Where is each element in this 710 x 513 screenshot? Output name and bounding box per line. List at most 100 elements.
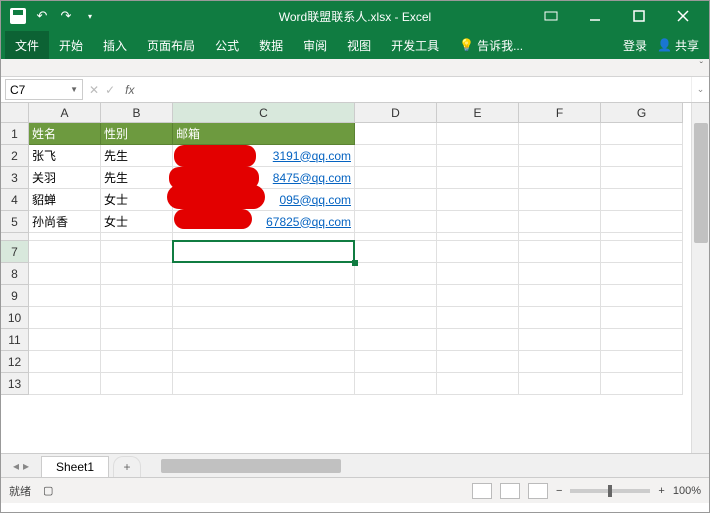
row-header-7[interactable]: 7 bbox=[1, 241, 29, 263]
col-header-A[interactable]: A bbox=[29, 103, 101, 123]
email-link[interactable]: 8475@qq.com bbox=[273, 171, 351, 185]
zoom-level[interactable]: 100% bbox=[673, 485, 701, 497]
ribbon-body: ˇ bbox=[1, 59, 709, 77]
qat-dropdown-icon[interactable]: ▾ bbox=[81, 7, 99, 25]
email-link[interactable]: 095@qq.com bbox=[279, 193, 351, 207]
scroll-thumb[interactable] bbox=[694, 123, 708, 243]
cell-A4[interactable]: 貂蝉 bbox=[29, 189, 101, 211]
tab-file[interactable]: 文件 bbox=[5, 31, 49, 59]
tab-review[interactable]: 审阅 bbox=[293, 31, 337, 59]
ribbon-options-icon[interactable] bbox=[531, 1, 571, 31]
row-header-13[interactable]: 13 bbox=[1, 373, 29, 395]
select-all-corner[interactable] bbox=[1, 103, 29, 123]
col-header-E[interactable]: E bbox=[437, 103, 519, 123]
row-header-2[interactable]: 2 bbox=[1, 145, 29, 167]
chevron-down-icon[interactable]: ▼ bbox=[70, 85, 78, 94]
share-button[interactable]: 👤共享 bbox=[657, 31, 709, 59]
expand-formula-icon[interactable]: ⌄ bbox=[691, 77, 709, 102]
enter-icon: ✓ bbox=[105, 83, 115, 97]
save-icon[interactable] bbox=[9, 7, 27, 25]
col-header-D[interactable]: D bbox=[355, 103, 437, 123]
cell-A5[interactable]: 孙尚香 bbox=[29, 211, 101, 233]
name-box-value: C7 bbox=[10, 83, 25, 97]
login-link[interactable]: 登录 bbox=[613, 31, 657, 59]
cell-B5[interactable]: 女士 bbox=[101, 211, 173, 233]
cancel-icon: ✕ bbox=[89, 83, 99, 97]
row-header-1[interactable]: 1 bbox=[1, 123, 29, 145]
col-header-F[interactable]: F bbox=[519, 103, 601, 123]
collapse-ribbon-icon[interactable]: ˇ bbox=[700, 61, 703, 72]
zoom-out-button[interactable]: − bbox=[556, 485, 562, 497]
cell-B2[interactable]: 先生 bbox=[101, 145, 173, 167]
row-header-12[interactable]: 12 bbox=[1, 351, 29, 373]
column-headers: A B C D E F G bbox=[29, 103, 691, 123]
table-row bbox=[29, 351, 691, 373]
zoom-slider[interactable] bbox=[570, 489, 650, 493]
row-header-10[interactable]: 10 bbox=[1, 307, 29, 329]
cell-A3[interactable]: 关羽 bbox=[29, 167, 101, 189]
maximize-icon[interactable] bbox=[619, 1, 659, 31]
page-break-view-icon[interactable] bbox=[528, 483, 548, 499]
chevron-left-icon[interactable]: ◂ bbox=[13, 459, 19, 473]
fill-handle[interactable] bbox=[352, 260, 358, 266]
tab-home[interactable]: 开始 bbox=[49, 31, 93, 59]
cells-area[interactable]: 姓名 性别 邮箱 张飞 先生 3191@qq.com 关羽 先生 8475@qq… bbox=[29, 123, 691, 453]
cell-B1[interactable]: 性别 bbox=[101, 123, 173, 145]
cell-A2[interactable]: 张飞 bbox=[29, 145, 101, 167]
tab-view[interactable]: 视图 bbox=[337, 31, 381, 59]
formula-buttons: ✕ ✓ bbox=[83, 77, 121, 102]
cell-F1[interactable] bbox=[519, 123, 601, 145]
close-icon[interactable] bbox=[663, 1, 703, 31]
cell-C1[interactable]: 邮箱 bbox=[173, 123, 355, 145]
tab-insert[interactable]: 插入 bbox=[93, 31, 137, 59]
add-sheet-button[interactable]: + bbox=[113, 456, 141, 477]
tab-developer[interactable]: 开发工具 bbox=[381, 31, 449, 59]
col-header-C[interactable]: C bbox=[173, 103, 355, 123]
vertical-scrollbar[interactable] bbox=[691, 103, 709, 453]
row-header-8[interactable]: 8 bbox=[1, 263, 29, 285]
fx-icon[interactable]: fx bbox=[121, 77, 138, 102]
row-header-6[interactable] bbox=[1, 233, 29, 241]
cell-C7[interactable] bbox=[173, 241, 355, 263]
sheet-tab[interactable]: Sheet1 bbox=[41, 456, 109, 477]
cell-E1[interactable] bbox=[437, 123, 519, 145]
tell-me[interactable]: 💡告诉我... bbox=[449, 31, 533, 59]
cell-G1[interactable] bbox=[601, 123, 683, 145]
cell-B3[interactable]: 先生 bbox=[101, 167, 173, 189]
table-row: 姓名 性别 邮箱 bbox=[29, 123, 691, 145]
row-header-11[interactable]: 11 bbox=[1, 329, 29, 351]
name-box[interactable]: C7 ▼ bbox=[5, 79, 83, 100]
row-header-5[interactable]: 5 bbox=[1, 211, 29, 233]
tab-formulas[interactable]: 公式 bbox=[205, 31, 249, 59]
status-bar: 就绪 ▢ − + 100% bbox=[1, 477, 709, 503]
row-header-4[interactable]: 4 bbox=[1, 189, 29, 211]
worksheet-grid[interactable]: A B C D E F G 1 2 3 4 5 7 8 9 10 11 12 1… bbox=[1, 103, 709, 453]
row-header-3[interactable]: 3 bbox=[1, 167, 29, 189]
row-header-9[interactable]: 9 bbox=[1, 285, 29, 307]
undo-icon[interactable]: ↶ bbox=[33, 7, 51, 25]
email-link[interactable]: 67825@qq.com bbox=[266, 215, 351, 229]
sheet-nav[interactable]: ◂▸ bbox=[1, 454, 41, 477]
chevron-right-icon[interactable]: ▸ bbox=[23, 459, 29, 473]
tab-layout[interactable]: 页面布局 bbox=[137, 31, 205, 59]
col-header-G[interactable]: G bbox=[601, 103, 683, 123]
email-link[interactable]: 3191@qq.com bbox=[273, 149, 351, 163]
redaction bbox=[174, 145, 256, 167]
formula-input[interactable] bbox=[138, 77, 691, 102]
cell-D1[interactable] bbox=[355, 123, 437, 145]
tab-data[interactable]: 数据 bbox=[249, 31, 293, 59]
cell-A1[interactable]: 姓名 bbox=[29, 123, 101, 145]
status-ready: 就绪 bbox=[9, 483, 31, 499]
ribbon-tabs: 文件 开始 插入 页面布局 公式 数据 审阅 视图 开发工具 💡告诉我... 登… bbox=[1, 31, 709, 59]
redo-icon[interactable]: ↷ bbox=[57, 7, 75, 25]
table-row bbox=[29, 373, 691, 395]
cell-B4[interactable]: 女士 bbox=[101, 189, 173, 211]
normal-view-icon[interactable] bbox=[472, 483, 492, 499]
zoom-in-button[interactable]: + bbox=[658, 485, 664, 497]
page-layout-view-icon[interactable] bbox=[500, 483, 520, 499]
col-header-B[interactable]: B bbox=[101, 103, 173, 123]
horizontal-scrollbar[interactable] bbox=[161, 454, 709, 477]
scroll-thumb[interactable] bbox=[161, 459, 341, 473]
macro-record-icon[interactable]: ▢ bbox=[43, 484, 53, 497]
minimize-icon[interactable] bbox=[575, 1, 615, 31]
